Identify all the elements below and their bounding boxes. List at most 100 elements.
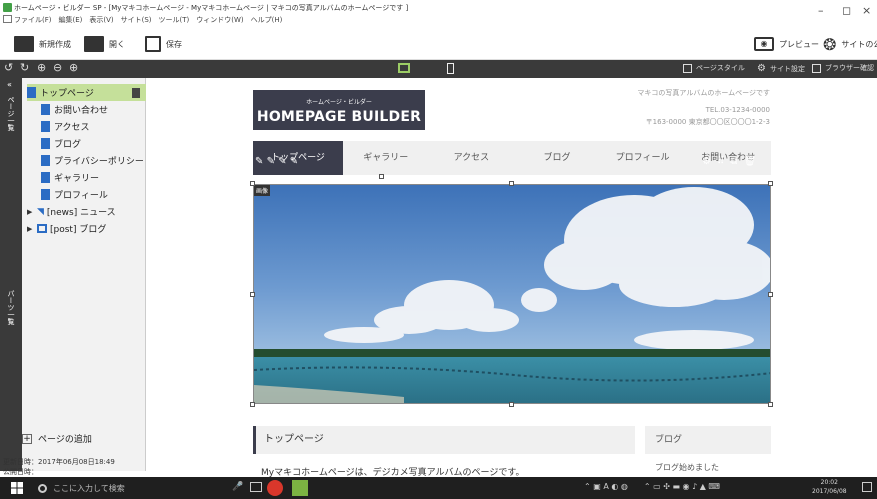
page-icon	[41, 121, 50, 132]
plus-icon: +	[22, 433, 32, 444]
global-nav: トップページ ギャラリー アクセス ブログ プロフィール お問い合わせ	[253, 141, 771, 175]
site-settings-button[interactable]: ⚙ サイト設定	[757, 63, 805, 74]
publish-label: サイトの公開	[841, 39, 877, 49]
pc-view-icon[interactable]	[398, 63, 410, 73]
edit-nav-bar: ↺ ↻ ⊕ ⊖ ⊕ ページスタイル ⚙ サイト設定 ブラウザー確認	[0, 60, 877, 78]
tree-item-contact[interactable]: お問い合わせ	[27, 101, 146, 118]
page-style-button[interactable]: ページスタイル	[683, 63, 745, 73]
site-caption: マキコの写真アルバムのホームページです	[637, 89, 770, 97]
system-tray[interactable]: ⌃ ▣ A ◐ ◍ ⌃ ▭ ✣ ▬ ◉ ♪ ▲ ⌨	[584, 481, 720, 492]
page-icon	[41, 189, 50, 200]
hero-image[interactable]: 画像	[253, 184, 771, 404]
site-info: マキコの写真アルバムのホームページです TEL.03-1234-0000 〒16…	[637, 87, 770, 128]
tree-item-top[interactable]: トップページ	[27, 84, 146, 101]
save-icon	[145, 36, 161, 52]
resize-handle[interactable]	[250, 402, 255, 407]
zoom-reset-icon[interactable]: ⊕	[69, 61, 78, 74]
side-blog-heading[interactable]: ブログ	[645, 426, 771, 454]
tree-item-label: アクセス	[54, 123, 90, 133]
tree-item-blog[interactable]: ブログ	[27, 135, 146, 152]
tree-item-label: プロフィール	[54, 191, 108, 201]
windows-start-icon[interactable]	[10, 481, 24, 495]
menu-bar[interactable]: ファイル(F) 編集(E) 表示(V) サイト(S) ツール(T) ウィンドウ(…	[14, 15, 282, 25]
edit-menu-icon[interactable]: ✎	[290, 156, 298, 167]
tree-item-profile[interactable]: プロフィール	[27, 186, 146, 203]
zoom-out-icon[interactable]: ⊖	[53, 61, 62, 74]
open-button[interactable]: 開く	[84, 33, 125, 55]
save-button[interactable]: 保存	[145, 33, 182, 55]
tree-item-post[interactable]: ▶ [post] ブログ	[27, 220, 146, 237]
page-icon	[41, 172, 50, 183]
restore-button[interactable]: ◻	[842, 4, 851, 17]
copy-icon[interactable]: ⧉	[730, 156, 737, 167]
page-settings-icon[interactable]	[132, 87, 140, 98]
gnav-item-gallery[interactable]: ギャラリー	[343, 141, 429, 175]
resize-handle[interactable]	[509, 181, 514, 186]
notification-icon[interactable]	[862, 482, 872, 492]
gear-icon[interactable]: ⚙	[702, 156, 711, 167]
publish-button[interactable]: ❂ サイトの公開	[823, 33, 877, 55]
site-logo[interactable]: ホームページ・ビルダー HOMEPAGE BUILDER	[253, 90, 425, 130]
expand-arrow-icon[interactable]: ▶	[27, 208, 37, 216]
post-folder-icon	[37, 224, 47, 233]
page-tree: トップページ お問い合わせ アクセス ブログ プライバシーポリシー ギャラリー …	[27, 84, 146, 237]
updated-date: 更新日時：2017年06月08日18:49	[3, 458, 115, 466]
content-heading[interactable]: トップページ	[253, 426, 635, 454]
toolbar: 新規作成 開く 保存 ◉ プレビュー ❂ サイトの公開	[0, 28, 877, 60]
taskbar-search[interactable]: ここに入力して検索	[34, 479, 204, 497]
resize-handle[interactable]	[768, 181, 773, 186]
page-style-icon	[683, 63, 692, 73]
close-button[interactable]: ×	[862, 4, 871, 17]
page-style-label: ページスタイル	[696, 64, 745, 72]
parts-list-tab[interactable]: パーツ一覧	[6, 290, 16, 325]
tree-item-gallery[interactable]: ギャラリー	[27, 169, 146, 186]
grid-icon[interactable]: ⠿	[717, 156, 724, 167]
logo-title: HOMEPAGE BUILDER	[256, 109, 422, 125]
mic-icon[interactable]: 🎤	[232, 482, 243, 492]
resize-handle[interactable]	[379, 174, 384, 179]
add-page-button[interactable]: + ページの追加	[22, 432, 92, 445]
task-view-icon[interactable]	[250, 482, 262, 492]
clock[interactable]: 20:02 2017/06/08	[812, 478, 847, 496]
app-icon-hpb[interactable]	[292, 480, 308, 496]
gnav-item-profile[interactable]: プロフィール	[600, 141, 686, 175]
resize-handle[interactable]	[509, 402, 514, 407]
resize-handle[interactable]	[250, 292, 255, 297]
tree-item-label: ブログ	[54, 140, 82, 150]
expand-arrow-icon[interactable]: ▶	[27, 225, 37, 233]
tree-item-access[interactable]: アクセス	[27, 118, 146, 135]
trash-icon[interactable]: 🗑	[743, 156, 756, 167]
beach-photo	[254, 185, 770, 403]
browser-check-button[interactable]: ブラウザー確認	[812, 63, 874, 73]
news-folder-icon: ◥	[37, 206, 44, 217]
edit-menu-icon[interactable]: ✎	[255, 156, 263, 167]
resize-handle[interactable]	[250, 181, 255, 186]
tree-item-news[interactable]: ▶ ◥ [news] ニュース	[27, 203, 146, 220]
preview-button[interactable]: ◉ プレビュー	[754, 33, 819, 55]
edit-menu-icon[interactable]: ✎	[278, 156, 286, 167]
open-label: 開く	[109, 39, 125, 49]
app-icon-red[interactable]	[267, 480, 283, 496]
minimize-button[interactable]: –	[818, 4, 824, 17]
panel-strip: « ページ一覧 パーツ一覧	[0, 78, 22, 471]
smartphone-view-icon[interactable]	[447, 63, 454, 74]
redo-icon[interactable]: ↻	[20, 61, 29, 74]
collapse-icon[interactable]: «	[7, 80, 12, 89]
zoom-in-icon[interactable]: ⊕	[37, 61, 46, 74]
new-button[interactable]: 新規作成	[14, 33, 71, 55]
edit-menu-icon[interactable]: ✎	[267, 156, 275, 167]
gnav-item-access[interactable]: アクセス	[429, 141, 515, 175]
page-dates: 更新日時：2017年06月08日18:49 公開日時：	[3, 457, 115, 477]
side-blog-item[interactable]: ブログ始めました	[655, 462, 719, 473]
menu-icon[interactable]	[3, 15, 12, 23]
new-label: 新規作成	[39, 39, 71, 49]
gnav-item-blog[interactable]: ブログ	[514, 141, 600, 175]
undo-icon[interactable]: ↺	[4, 61, 13, 74]
site-address: 〒163-0000 東京都〇〇区〇〇〇1-2-3	[645, 118, 770, 126]
tree-item-privacy[interactable]: プライバシーポリシー	[27, 152, 146, 169]
resize-handle[interactable]	[768, 292, 773, 297]
page-tree-panel: トップページ お問い合わせ アクセス ブログ プライバシーポリシー ギャラリー …	[22, 78, 146, 471]
resize-handle[interactable]	[768, 402, 773, 407]
gear-icon: ⚙	[757, 63, 766, 74]
page-list-tab[interactable]: ページ一覧	[6, 96, 16, 131]
